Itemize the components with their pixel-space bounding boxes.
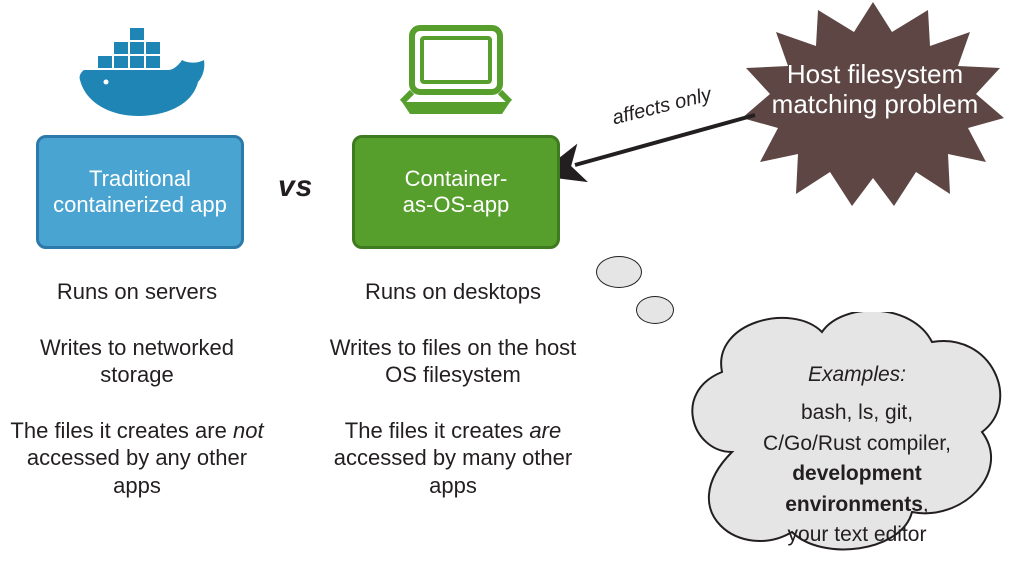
right-bullet-3: The files it creates are accessed by man…: [318, 417, 588, 500]
starburst-label: Host filesystem matching problem: [770, 60, 980, 120]
left-bullet-3: The files it creates are not accessed by…: [2, 417, 272, 500]
docker-whale-icon: [78, 28, 208, 118]
right-column: Runs on desktops Writes to files on the …: [318, 278, 588, 527]
right-bullet-1: Runs on desktops: [318, 278, 588, 306]
examples-text: Examples: bash, ls, git, C/Go/Rust compi…: [726, 360, 988, 551]
vs-label: vs: [278, 170, 313, 204]
left-column: Runs on servers Writes to networked stor…: [2, 278, 272, 527]
container-as-os-app-label: Container- as-OS-app: [403, 166, 509, 219]
left-bullet-2: Writes to networked storage: [2, 334, 272, 389]
left-bullet-1: Runs on servers: [2, 278, 272, 306]
thought-bubble-dot-1: [596, 256, 642, 288]
right-bullet-2: Writes to files on the host OS filesyste…: [318, 334, 588, 389]
examples-heading: Examples:: [726, 360, 988, 390]
affects-only-arrow: [560, 110, 760, 190]
container-as-os-app-box: Container- as-OS-app: [352, 135, 560, 249]
traditional-app-label: Traditional containerized app: [39, 166, 241, 219]
diagram-root: Traditional containerized app vs Contain…: [0, 0, 1024, 586]
laptop-icon: [398, 24, 514, 118]
traditional-app-box: Traditional containerized app: [36, 135, 244, 249]
